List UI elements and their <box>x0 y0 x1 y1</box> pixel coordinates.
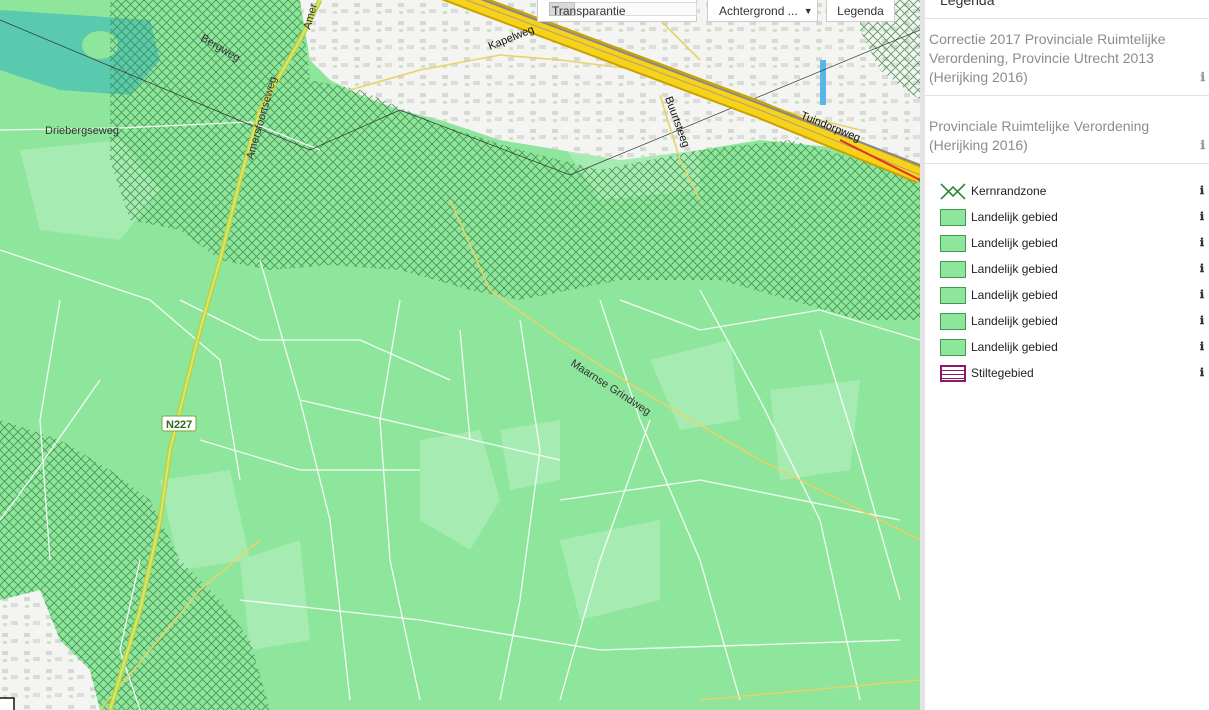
svg-text:N227: N227 <box>166 419 192 431</box>
legend-item-label: Landelijk gebied <box>971 314 1058 328</box>
legend-item-landelijk-gebied[interactable]: Landelijk gebied ℹ <box>940 230 1209 256</box>
legend-item-label: Landelijk gebied <box>971 288 1058 302</box>
layer-group-title: Provinciale Ruimtelijke Verordening (Her… <box>929 118 1150 153</box>
info-icon[interactable]: ℹ <box>1200 236 1204 249</box>
label-driebergseweg: Driebergseweg <box>45 125 119 137</box>
info-icon[interactable]: ℹ <box>1200 68 1205 87</box>
map-viewer-app: Bergweg Driebergseweg Amersfoortseweg Am… <box>0 0 1209 710</box>
layer-group-prv-herijking-2016[interactable]: Provinciale Ruimtelijke Verordening (Her… <box>929 117 1207 155</box>
background-dropdown[interactable]: Achtergrond ... ▼ <box>707 0 818 22</box>
kernrandzone-swatch-icon <box>940 182 966 200</box>
landelijk-gebied-swatch-icon <box>940 312 966 330</box>
legend-items: Kernrandzone ℹ Landelijk gebied ℹ Landel… <box>940 178 1209 386</box>
legend-divider <box>925 18 1209 19</box>
map-svg: Bergweg Driebergseweg Amersfoortseweg Am… <box>0 0 920 710</box>
road-shield-n227: N227 <box>161 415 197 432</box>
corner-marker <box>0 697 15 710</box>
info-icon[interactable]: ℹ <box>1200 288 1204 301</box>
legend-item-label: Landelijk gebied <box>971 340 1058 354</box>
landelijk-gebied-swatch-icon <box>940 260 966 278</box>
legend-divider <box>925 95 1209 96</box>
layer-group-correctie-2017[interactable]: Correctie 2017 Provinciale Ruimtelijke V… <box>929 30 1207 87</box>
legend-button-label: Legenda <box>837 3 884 18</box>
legend-item-label: Landelijk gebied <box>971 236 1058 250</box>
legend-divider <box>925 163 1209 164</box>
background-label: Achtergrond ... <box>719 3 798 18</box>
legend-item-landelijk-gebied[interactable]: Landelijk gebied ℹ <box>940 308 1209 334</box>
legend-title: Legenda <box>940 0 995 8</box>
legend-item-label: Landelijk gebied <box>971 210 1058 224</box>
legend-item-kernrandzone[interactable]: Kernrandzone ℹ <box>940 178 1209 204</box>
transparency-control[interactable]: Transparantie <box>537 0 697 22</box>
stiltegebied-swatch-icon <box>940 364 966 382</box>
map-canvas[interactable]: Bergweg Driebergseweg Amersfoortseweg Am… <box>0 0 920 710</box>
info-icon[interactable]: ℹ <box>1200 210 1204 223</box>
legend-item-landelijk-gebied[interactable]: Landelijk gebied ℹ <box>940 256 1209 282</box>
legend-panel: Legenda Correctie 2017 Provinciale Ruimt… <box>920 0 1209 710</box>
legend-item-label: Landelijk gebied <box>971 262 1058 276</box>
info-icon[interactable]: ℹ <box>1200 366 1204 379</box>
legend-item-landelijk-gebied[interactable]: Landelijk gebied ℹ <box>940 204 1209 230</box>
canal <box>820 60 826 105</box>
legend-item-label: Stiltegebied <box>971 366 1034 380</box>
info-icon[interactable]: ℹ <box>1200 136 1205 155</box>
info-icon[interactable]: ℹ <box>1200 262 1204 275</box>
info-icon[interactable]: ℹ <box>1200 340 1204 353</box>
legend-item-stiltegebied[interactable]: Stiltegebied ℹ <box>940 360 1209 386</box>
landelijk-gebied-swatch-icon <box>940 286 966 304</box>
legend-item-landelijk-gebied[interactable]: Landelijk gebied ℹ <box>940 282 1209 308</box>
legend-button[interactable]: Legenda <box>826 0 895 22</box>
landelijk-gebied-swatch-icon <box>940 234 966 252</box>
legend-item-label: Kernrandzone <box>971 184 1047 198</box>
landelijk-gebied-swatch-icon <box>940 208 966 226</box>
caret-down-icon: ▼ <box>803 5 813 16</box>
legend-item-landelijk-gebied[interactable]: Landelijk gebied ℹ <box>940 334 1209 360</box>
info-icon[interactable]: ℹ <box>1200 184 1204 197</box>
landelijk-gebied-swatch-icon <box>940 338 966 356</box>
layer-group-title: Correctie 2017 Provinciale Ruimtelijke V… <box>929 31 1166 85</box>
transparency-label: Transparantie <box>552 3 626 18</box>
info-icon[interactable]: ℹ <box>1200 314 1204 327</box>
